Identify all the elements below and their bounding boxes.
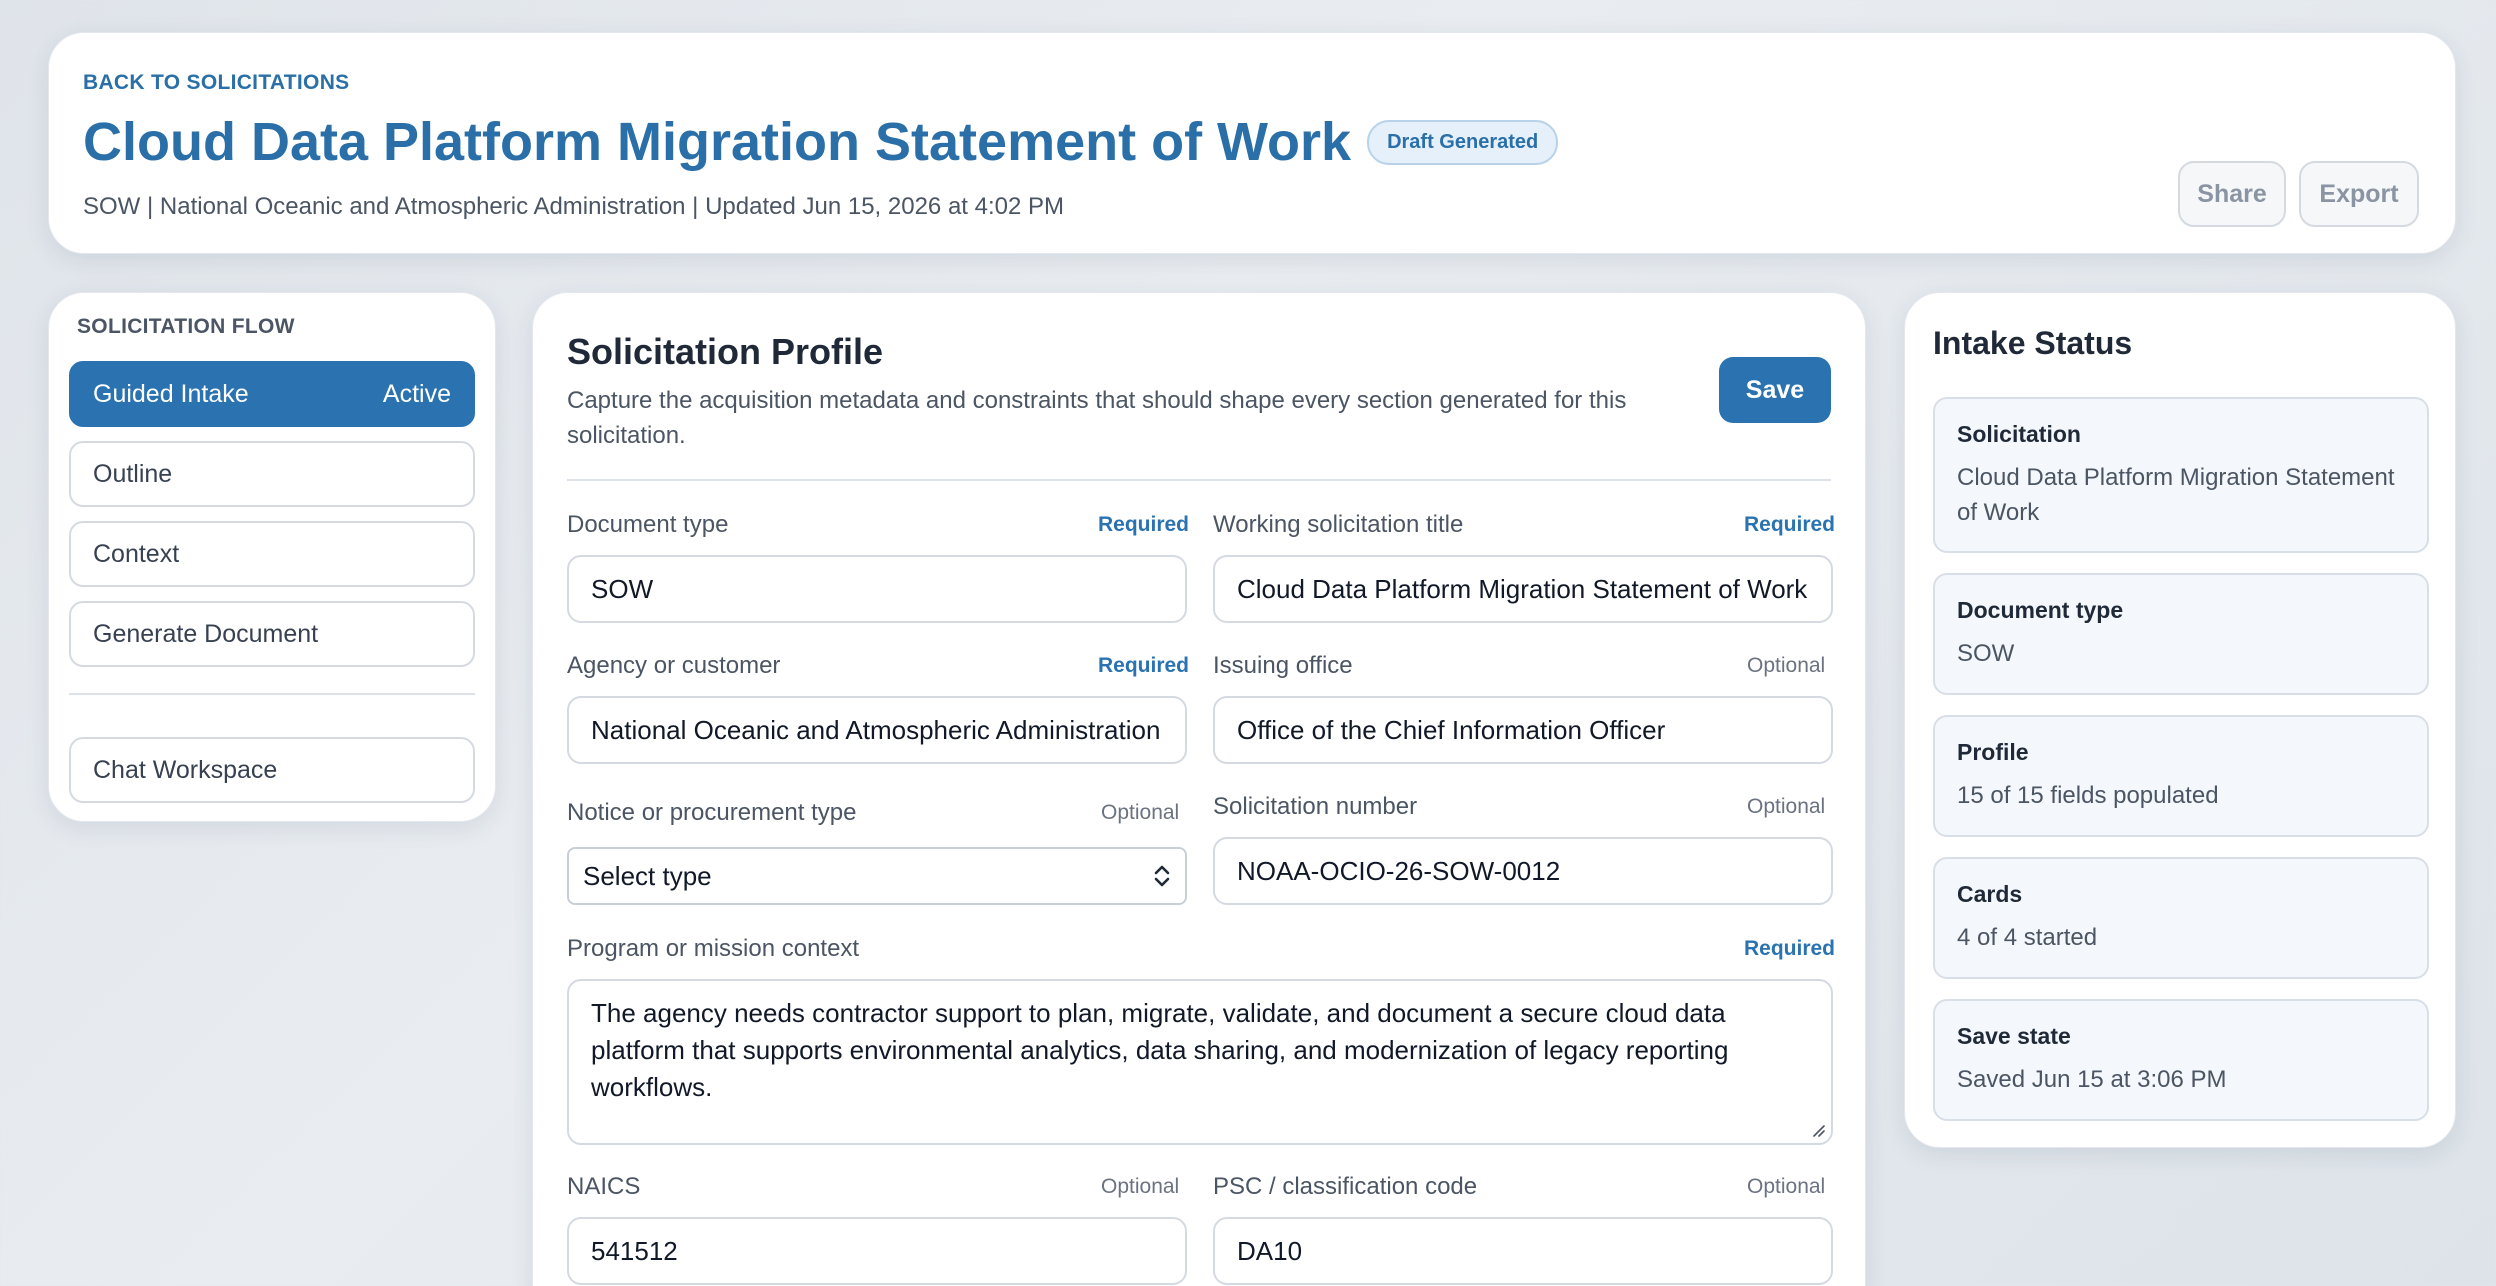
psc-input[interactable]: DA10 [1213,1217,1833,1285]
naics-label: NAICS [567,1173,641,1200]
program-context-label: Program or mission context [567,935,860,962]
status-card-value: Cloud Data Platform Migration Statement … [1957,464,2395,526]
sidebar-divider [69,693,475,695]
status-card-title: Cards [1957,881,2023,907]
status-card-value: SOW [1957,640,2015,667]
solicitation-profile-panel: Solicitation Profile Capture the acquisi… [532,292,1866,1286]
sidebar-item-chat-workspace[interactable]: Chat Workspace [69,737,475,803]
document-type-input[interactable]: SOW [567,555,1187,623]
optional-tag: Optional [1747,795,1826,818]
notice-type-select[interactable]: Select type [567,847,1187,905]
status-card-title: Solicitation [1957,421,2081,447]
issuing-office-label: Issuing office [1213,652,1353,679]
save-button[interactable]: Save [1719,357,1831,423]
required-tag: Required [1744,937,1836,960]
sidebar-item-label: Guided Intake [93,379,249,408]
solicitation-number-label: Solicitation number [1213,793,1418,820]
status-card-value: 4 of 4 started [1957,924,2098,951]
naics-input[interactable]: 541512 [567,1217,1187,1285]
psc-label: PSC / classification code [1213,1173,1478,1200]
export-button[interactable]: Export [2299,161,2419,227]
status-card-title: Document type [1957,597,2124,623]
chevron-up-down-icon [1154,865,1170,887]
status-card-title: Profile [1957,739,2029,765]
page-title: Cloud Data Platform Migration Statement … [83,112,1352,172]
program-context-text: The agency needs contractor support to p… [591,998,1729,1102]
solicitation-number-input[interactable]: NOAA-OCIO-26-SOW-0012 [1213,837,1833,905]
issuing-office-input[interactable]: Office of the Chief Information Officer [1213,696,1833,764]
optional-tag: Optional [1747,1175,1826,1198]
required-tag: Required [1098,654,1190,677]
resize-handle-icon[interactable] [1809,1121,1825,1137]
sidebar-item-label: Outline [93,459,173,488]
working-title-input[interactable]: Cloud Data Platform Migration Statement … [1213,555,1833,623]
share-button[interactable]: Share [2178,161,2286,227]
optional-tag: Optional [1101,1175,1180,1198]
sidebar-item-generate-document[interactable]: Generate Document [69,601,475,667]
status-card-value: Saved Jun 15 at 3:06 PM [1957,1066,2227,1093]
solicitation-flow-sidebar: SOLICITATION FLOW Guided Intake Active O… [48,292,496,822]
sidebar-section-label: SOLICITATION FLOW [77,315,295,338]
title-row: Cloud Data Platform Migration Statement … [83,111,1559,173]
sidebar-item-context[interactable]: Context [69,521,475,587]
optional-tag: Optional [1101,801,1180,824]
notice-type-selected-value: Select type [583,860,712,891]
optional-tag: Optional [1747,654,1826,677]
sidebar-item-outline[interactable]: Outline [69,441,475,507]
sidebar-item-label: Generate Document [93,619,319,648]
document-type-label: Document type [567,511,729,538]
active-indicator: Active [382,379,451,408]
panel-title: Solicitation Profile [567,331,884,372]
status-card-solicitation: Solicitation Cloud Data Platform Migrati… [1933,397,2429,553]
status-badge: Draft Generated [1367,119,1559,165]
intake-status-panel: Intake Status Solicitation Cloud Data Pl… [1904,292,2456,1148]
back-to-solicitations-link[interactable]: BACK TO SOLICITATIONS [83,71,349,95]
panel-description: Capture the acquisition metadata and con… [567,387,1627,449]
status-card-cards: Cards 4 of 4 started [1933,857,2429,979]
sidebar-item-label: Context [93,539,180,568]
agency-input[interactable]: National Oceanic and Atmospheric Adminis… [567,696,1187,764]
status-card-profile: Profile 15 of 15 fields populated [1933,715,2429,837]
notice-type-label: Notice or procurement type [567,799,857,826]
working-title-label: Working solicitation title [1213,511,1464,538]
page-header: BACK TO SOLICITATIONS Cloud Data Platfor… [48,32,2456,254]
program-context-textarea[interactable]: The agency needs contractor support to p… [567,979,1833,1145]
sidebar-item-guided-intake[interactable]: Guided Intake Active [69,361,475,427]
status-card-document-type: Document type SOW [1933,573,2429,695]
status-card-value: 15 of 15 fields populated [1957,782,2219,809]
panel-divider [567,479,1831,481]
sidebar-item-label: Chat Workspace [93,755,278,784]
status-card-save-state: Save state Saved Jun 15 at 3:06 PM [1933,999,2429,1121]
required-tag: Required [1744,513,1836,536]
status-title: Intake Status [1933,325,2133,361]
page-subtitle: SOW | National Oceanic and Atmospheric A… [83,193,1064,220]
required-tag: Required [1098,513,1190,536]
status-card-title: Save state [1957,1023,2071,1049]
agency-label: Agency or customer [567,652,781,679]
